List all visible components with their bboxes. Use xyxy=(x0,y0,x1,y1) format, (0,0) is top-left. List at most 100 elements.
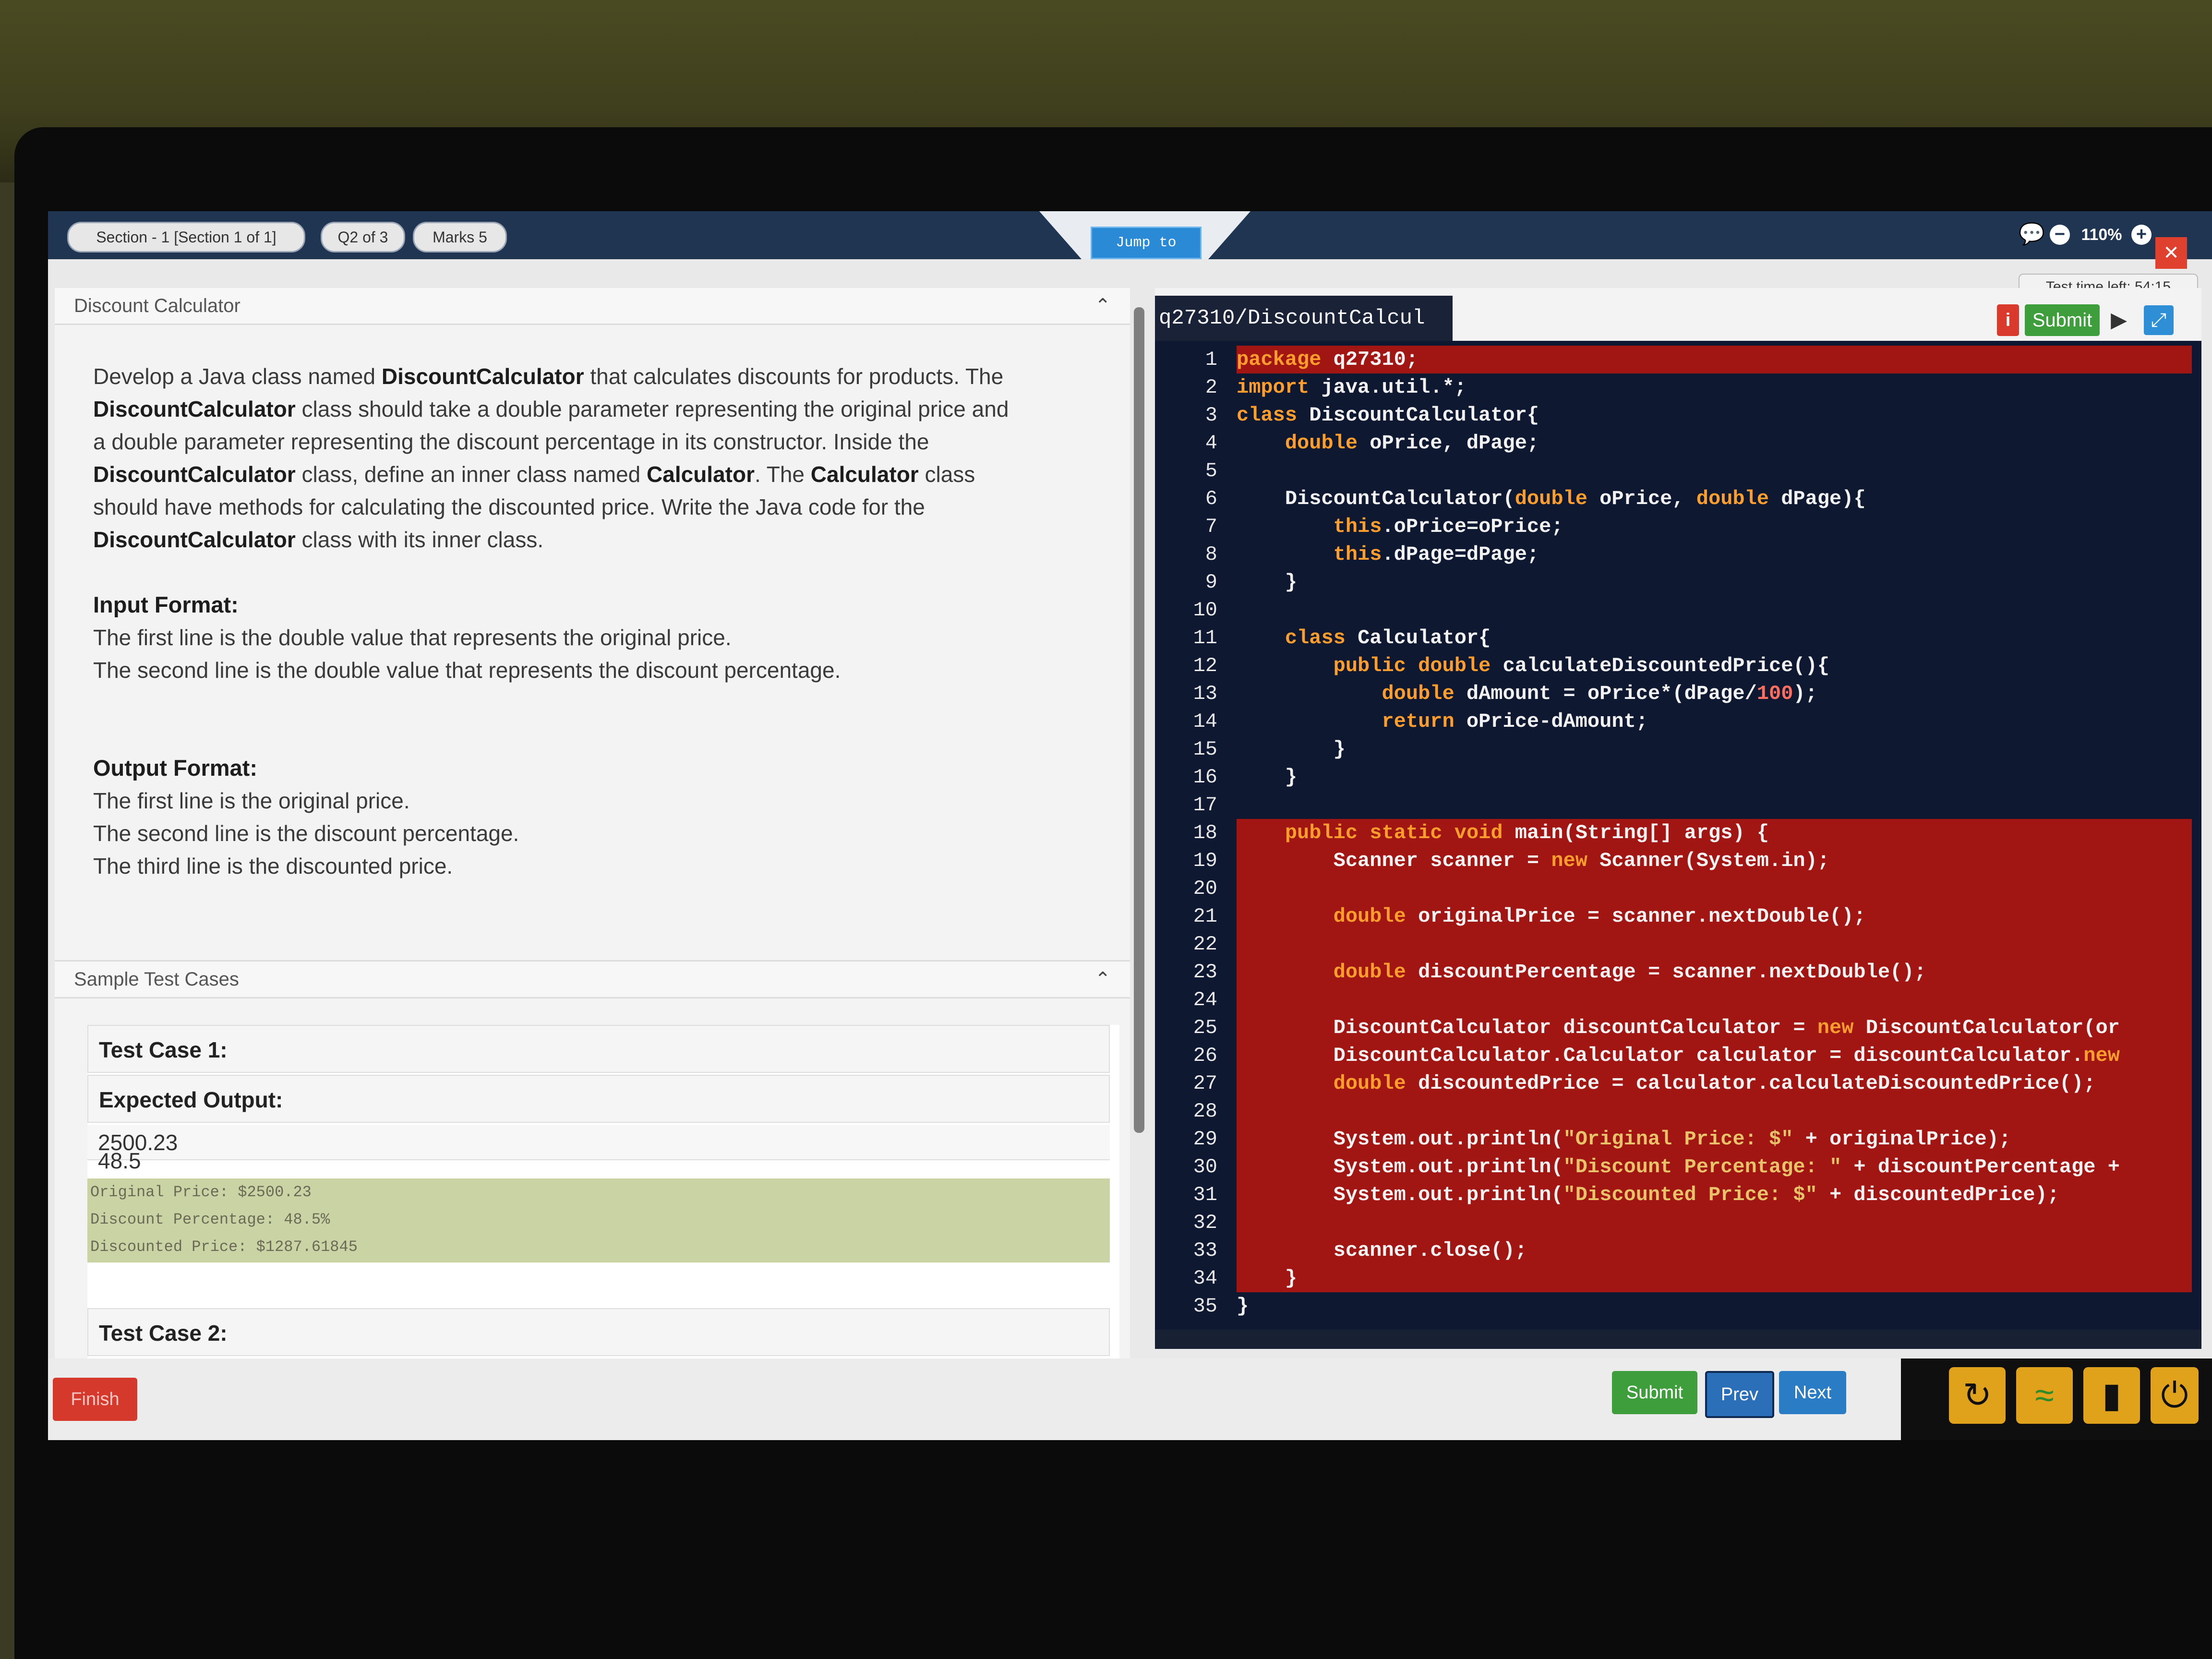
question-pill[interactable]: Q2 of 3 xyxy=(321,222,405,252)
next-button[interactable]: Next xyxy=(1779,1371,1846,1414)
line-number: 10 xyxy=(1193,599,1217,622)
chat-icon[interactable]: 💬 xyxy=(2019,223,2045,246)
editor-tab-bar: q27310/DiscountCalcul i Submit ▶ ⤢ xyxy=(1155,288,2201,341)
line-number: 35 xyxy=(1193,1295,1217,1318)
code-line[interactable]: } xyxy=(1237,763,2192,791)
code-line[interactable]: DiscountCalculator(double oPrice, double… xyxy=(1237,485,2192,513)
code-line[interactable]: Scanner scanner = new Scanner(System.in)… xyxy=(1237,847,2192,875)
line-number: 18 xyxy=(1193,821,1217,844)
code-line[interactable]: package q27310; xyxy=(1237,346,2192,373)
prev-button[interactable]: Prev xyxy=(1705,1371,1774,1418)
desc-line: a double parameter representing the disc… xyxy=(93,429,929,454)
code-line[interactable]: System.out.println("Original Price: $" +… xyxy=(1237,1125,2192,1153)
play-icon[interactable]: ▶ xyxy=(2108,304,2130,336)
desc-line: DiscountCalculator class should take a d… xyxy=(93,397,1009,421)
code-line[interactable]: class DiscountCalculator{ xyxy=(1237,401,2192,429)
submit-button[interactable]: Submit xyxy=(1612,1371,1697,1414)
code-line[interactable]: public double calculateDiscountedPrice()… xyxy=(1237,652,2192,680)
line-number: 33 xyxy=(1193,1239,1217,1262)
line-number: 4 xyxy=(1205,432,1217,455)
code-line[interactable]: } xyxy=(1237,568,2192,596)
code-line[interactable]: double discountedPrice = calculator.calc… xyxy=(1237,1070,2192,1097)
line-number: 16 xyxy=(1193,766,1217,789)
line-number: 6 xyxy=(1205,487,1217,510)
code-line[interactable]: DiscountCalculator discountCalculator = … xyxy=(1237,1014,2192,1042)
question-header[interactable]: Discount Calculator ⌃ xyxy=(55,288,1130,325)
test-case-1-label[interactable]: Test Case 1: xyxy=(87,1025,1110,1073)
power-icon[interactable]: ⏻ xyxy=(2151,1367,2199,1424)
line-number: 30 xyxy=(1193,1155,1217,1178)
expected-output-line: Original Price: $2500.23 xyxy=(90,1183,312,1201)
code-area[interactable]: 1 package q27310; 2 import java.util.*; 3 cla… xyxy=(1155,341,2201,1330)
code-line[interactable]: double dAmount = oPrice*(dPage/100); xyxy=(1237,680,2192,708)
question-description: Develop a Java class named DiscountCalcu… xyxy=(93,360,1116,882)
code-line[interactable] xyxy=(1237,986,2192,1014)
code-line[interactable]: DiscountCalculator.Calculator calculator… xyxy=(1237,1042,2192,1070)
line-number: 14 xyxy=(1193,710,1217,733)
info-icon[interactable]: i xyxy=(1997,304,2019,336)
output-line: The third line is the discounted price. xyxy=(93,854,453,878)
code-line[interactable] xyxy=(1237,457,2192,485)
finish-button[interactable]: Finish xyxy=(53,1378,137,1421)
test-input-value: 48.5 xyxy=(98,1148,141,1173)
code-line[interactable] xyxy=(1237,596,2192,624)
code-line[interactable]: import java.util.*; xyxy=(1237,373,2192,401)
line-number: 13 xyxy=(1193,682,1217,705)
code-line[interactable]: class Calculator{ xyxy=(1237,624,2192,652)
input-format-title: Input Format: xyxy=(93,592,239,617)
expected-output-line: Discount Percentage: 48.5% xyxy=(90,1211,330,1228)
code-line[interactable]: } xyxy=(1237,735,2192,763)
system-tray: ↻ ≈ ▮ ⏻ xyxy=(1901,1358,2212,1440)
desc-line: should have methods for calculating the … xyxy=(93,494,925,519)
code-line[interactable]: } xyxy=(1237,1264,2192,1292)
battery-icon[interactable]: ▮ xyxy=(2083,1367,2140,1424)
line-number: 11 xyxy=(1193,626,1217,649)
zoom-in-icon[interactable]: + xyxy=(2131,225,2152,245)
line-number: 19 xyxy=(1193,849,1217,872)
code-line[interactable] xyxy=(1237,1209,2192,1237)
zoom-out-icon[interactable]: − xyxy=(2050,225,2070,245)
code-line[interactable] xyxy=(1237,791,2192,819)
desc-line: DiscountCalculator class with its inner … xyxy=(93,527,544,552)
code-line[interactable]: double oPrice, dPage; xyxy=(1237,429,2192,457)
expand-icon[interactable]: ⤢ xyxy=(2144,305,2174,335)
line-number: 23 xyxy=(1193,961,1217,984)
code-line[interactable]: System.out.println("Discount Percentage:… xyxy=(1237,1153,2192,1181)
test-case-2-label[interactable]: Test Case 2: xyxy=(87,1308,1110,1356)
line-number: 27 xyxy=(1193,1072,1217,1095)
expected-output-block: Original Price: $2500.23 Discount Percen… xyxy=(87,1178,1110,1262)
code-line[interactable]: this.oPrice=oPrice; xyxy=(1237,513,2192,541)
code-line[interactable]: double discountPercentage = scanner.next… xyxy=(1237,958,2192,986)
line-number: 25 xyxy=(1193,1016,1217,1039)
code-line[interactable] xyxy=(1237,1097,2192,1125)
test-case-list: Test Case 1: Expected Output: 2500.23 48… xyxy=(87,1025,1119,1358)
refresh-icon[interactable]: ↻ xyxy=(1949,1367,2006,1424)
code-line[interactable]: return oPrice-dAmount; xyxy=(1237,708,2192,735)
file-tab[interactable]: q27310/DiscountCalcul xyxy=(1155,296,1453,341)
code-line[interactable] xyxy=(1237,930,2192,958)
section-pill[interactable]: Section - 1 [Section 1 of 1] xyxy=(67,222,305,252)
chevron-up-icon[interactable]: ⌃ xyxy=(1094,288,1111,324)
line-number: 7 xyxy=(1205,515,1217,538)
jump-to-button[interactable]: Jump to xyxy=(1091,227,1202,259)
close-icon[interactable]: ✕ xyxy=(2155,237,2187,269)
line-number: 9 xyxy=(1205,571,1217,594)
line-number: 5 xyxy=(1205,459,1217,482)
code-line[interactable]: double originalPrice = scanner.nextDoubl… xyxy=(1237,902,2192,930)
code-line[interactable]: scanner.close(); xyxy=(1237,1237,2192,1264)
line-number: 28 xyxy=(1193,1100,1217,1123)
line-number: 20 xyxy=(1193,877,1217,900)
code-line[interactable]: this.dPage=dPage; xyxy=(1237,541,2192,568)
editor-submit-button[interactable]: Submit xyxy=(2025,304,2100,336)
panel-scrollbar[interactable] xyxy=(1134,307,1144,1133)
sample-tests-header[interactable]: Sample Test Cases ⌃ xyxy=(55,960,1130,998)
code-line[interactable]: public static void main(String[] args) { xyxy=(1237,819,2192,847)
desc-line: DiscountCalculator class, define an inne… xyxy=(93,462,975,487)
wifi-icon[interactable]: ≈ xyxy=(2016,1367,2073,1424)
chevron-up-icon[interactable]: ⌃ xyxy=(1094,962,1111,997)
marks-pill: Marks 5 xyxy=(413,222,507,252)
output-line: The second line is the discount percenta… xyxy=(93,821,519,846)
code-line[interactable]: System.out.println("Discounted Price: $"… xyxy=(1237,1181,2192,1209)
code-line[interactable] xyxy=(1237,875,2192,902)
code-line[interactable]: } xyxy=(1237,1292,2192,1320)
